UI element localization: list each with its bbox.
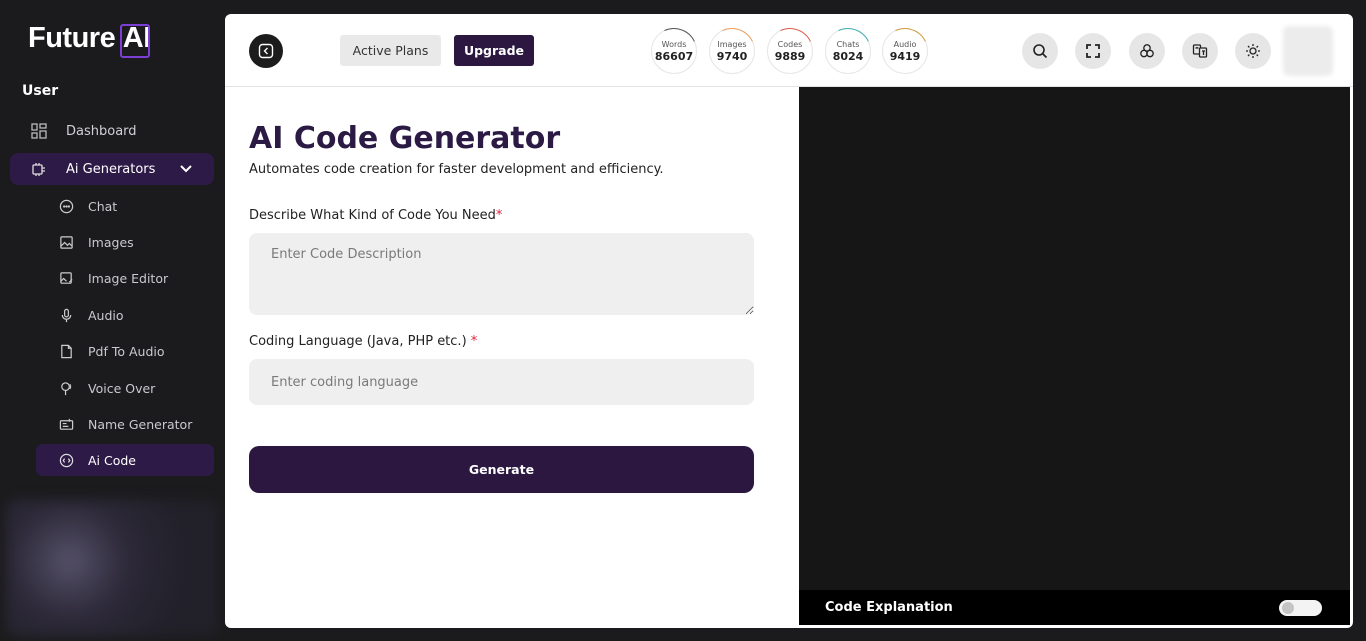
search-icon [1033, 44, 1048, 59]
brand-name-part2: AI [119, 22, 151, 58]
sidebar-item-label: Ai Generators [66, 161, 156, 177]
chevron-down-icon[interactable] [180, 162, 192, 177]
upgrade-button[interactable]: Upgrade [454, 35, 534, 66]
sidebar-subitem-label: Chat [88, 198, 118, 214]
active-plans-button[interactable]: Active Plans [340, 35, 441, 66]
code-explanation-bar: Code Explanation [799, 590, 1350, 625]
stat-codes: Codes 9889 [760, 21, 820, 81]
sidebar-subitem-voice-over[interactable]: Voice Over [36, 372, 214, 404]
required-marker: * [495, 208, 503, 223]
stat-arc [875, 21, 935, 81]
sidebar-item-ai-generators[interactable]: Ai Generators [10, 153, 214, 185]
code-explanation-toggle[interactable] [1279, 600, 1322, 616]
pdf-icon [58, 343, 74, 359]
translate-icon [1192, 44, 1208, 58]
stat-arc [760, 21, 820, 81]
microphone-icon [58, 307, 74, 323]
translate-button[interactable] [1182, 33, 1218, 69]
integrations-icon [1140, 44, 1154, 58]
code-explanation-label: Code Explanation [825, 600, 953, 615]
sidebar-item-label: Dashboard [66, 123, 137, 139]
theme-toggle-icon [1246, 44, 1260, 58]
sidebar-section-label: User [22, 83, 59, 99]
sidebar-subitem-ai-code[interactable]: Ai Code [36, 444, 214, 476]
sidebar-subitem-audio[interactable]: Audio [36, 299, 214, 331]
sidebar-subitem-label: Voice Over [88, 380, 156, 396]
sidebar-subitem-label: Image Editor [88, 270, 169, 286]
name-generator-icon [58, 416, 74, 432]
code-description-input[interactable] [249, 233, 754, 315]
sidebar-subitem-label: Name Generator [88, 416, 193, 432]
sidebar: Future AI User Dashboard Ai Generators C… [0, 0, 225, 641]
sidebar-subitem-label: Images [88, 234, 134, 250]
stat-arc [644, 21, 704, 81]
dashboard-icon [30, 122, 48, 140]
code-icon [58, 452, 74, 468]
integrations-button[interactable] [1129, 33, 1165, 69]
stat-arc [818, 21, 878, 81]
sidebar-subitem-label: Pdf To Audio [88, 343, 165, 359]
code-description-label: Describe What Kind of Code You Need* [249, 208, 502, 223]
ai-generators-icon [30, 160, 48, 178]
voice-over-icon [58, 380, 74, 396]
page-title: AI Code Generator [249, 121, 561, 156]
main-panel: Active Plans Upgrade Words 86607 Images … [225, 14, 1353, 628]
search-button[interactable] [1022, 33, 1058, 69]
brand-name-part1: Future [28, 22, 123, 54]
sidebar-subitem-images[interactable]: Images [36, 226, 214, 258]
generate-button[interactable]: Generate [249, 446, 754, 493]
fullscreen-button[interactable] [1075, 33, 1111, 69]
coding-language-label-text: Coding Language (Java, PHP etc.) [249, 334, 471, 349]
collapse-sidebar-button[interactable] [249, 34, 283, 68]
stat-chats: Chats 8024 [818, 21, 878, 81]
sidebar-subitem-name-generator[interactable]: Name Generator [36, 408, 214, 440]
sidebar-subitem-image-editor[interactable]: Image Editor [36, 262, 214, 294]
coding-language-input[interactable] [249, 359, 754, 405]
fullscreen-icon [1086, 44, 1100, 58]
code-description-label-text: Describe What Kind of Code You Need [249, 208, 496, 223]
sidebar-subitem-label: Ai Code [88, 452, 136, 468]
stat-audio: Audio 9419 [875, 21, 935, 81]
required-marker: * [470, 334, 478, 349]
coding-language-label: Coding Language (Java, PHP etc.) * [249, 334, 477, 349]
sidebar-item-dashboard[interactable]: Dashboard [10, 115, 214, 147]
stat-arc [702, 21, 762, 81]
sidebar-subitem-label: Audio [88, 307, 124, 323]
image-icon [58, 234, 74, 250]
code-output-panel [799, 87, 1350, 590]
sidebar-subitem-chat[interactable]: Chat [36, 190, 214, 222]
avatar[interactable] [1283, 26, 1333, 76]
sidebar-subitem-pdf-to-audio[interactable]: Pdf To Audio [36, 335, 214, 367]
theme-toggle-button[interactable] [1235, 33, 1271, 69]
stat-words: Words 86607 [644, 21, 704, 81]
brand-logo[interactable]: Future AI [28, 22, 151, 58]
stat-images: Images 9740 [702, 21, 762, 81]
chevron-left-icon [258, 43, 274, 59]
chat-icon [58, 198, 74, 214]
image-editor-icon [58, 270, 74, 286]
profile-card[interactable] [6, 500, 218, 636]
topbar: Active Plans Upgrade Words 86607 Images … [225, 14, 1353, 87]
page-description: Automates code creation for faster devel… [249, 162, 664, 177]
